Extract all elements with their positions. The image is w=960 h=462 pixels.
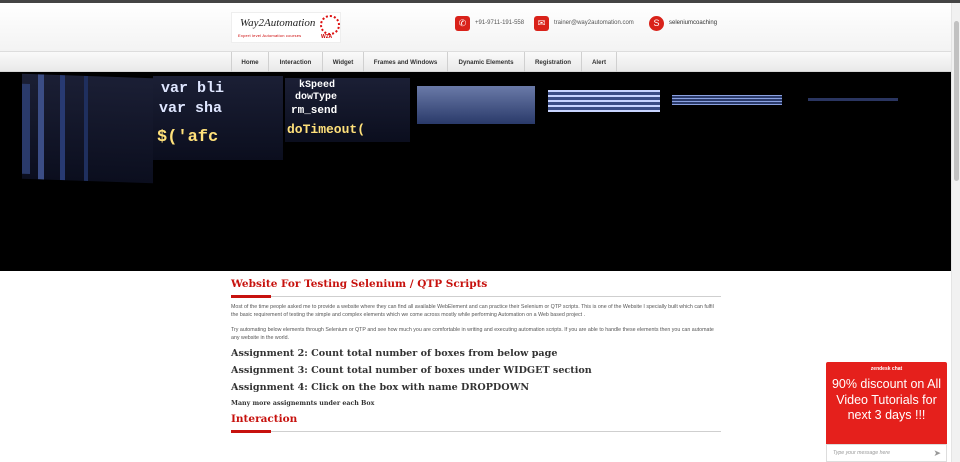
zendesk-chat-widget[interactable]: zendesk chat 90% discount on All Video T…: [826, 362, 947, 462]
banner-code-line: var bli: [161, 80, 225, 97]
logo-mark-text: W2A: [321, 34, 333, 40]
nav-dynamic-elements[interactable]: Dynamic Elements: [448, 52, 525, 72]
instructions-paragraph: Try automating below elements through Se…: [231, 326, 714, 342]
banner-code-line: rm_send: [291, 105, 338, 117]
assignment-heading: Assignment 4: Click on the box with name…: [231, 381, 530, 393]
contact-skype-text[interactable]: seleniumcoaching: [669, 20, 717, 26]
banner-code-line: kSpeed: [299, 80, 336, 91]
banner-screen-7: [808, 98, 898, 101]
assignment-heading: Assignment 3: Count total number of boxe…: [231, 364, 592, 376]
section-title-interaction: Interaction: [231, 412, 298, 425]
banner-screen-3: kSpeed dowType rm_send doTimeout(: [285, 78, 410, 142]
intro-paragraph: Most of the time people asked me to prov…: [231, 304, 714, 319]
contact-phone-text: +91-9711-191-558: [475, 20, 525, 26]
banner-screen-1: [22, 73, 153, 184]
banner-code-line: $('afc: [157, 128, 219, 147]
nav-interaction[interactable]: Interaction: [269, 52, 323, 72]
banner-screen-4: [417, 86, 535, 124]
banner-screen-5: [548, 90, 660, 112]
hero-banner: var bli var sha $('afc kSpeed dowType rm…: [0, 72, 951, 271]
logo-mark-icon: [320, 15, 340, 35]
more-assignments-note: Many more assignemnts under each Box: [231, 399, 375, 407]
zendesk-chat-header[interactable]: zendesk chat: [826, 366, 947, 372]
zendesk-chat-message: 90% discount on All Video Tutorials for …: [831, 377, 942, 422]
page-title: Website For Testing Selenium / QTP Scrip…: [231, 278, 488, 290]
site-header: Way2Automation Expert level Automation c…: [0, 3, 960, 51]
scrollbar-thumb[interactable]: [954, 21, 959, 181]
banner-code-line: doTimeout(: [287, 122, 366, 137]
main-content: Website For Testing Selenium / QTP Scrip…: [231, 278, 721, 433]
nav-registration[interactable]: Registration: [525, 52, 582, 72]
section-divider: [231, 429, 721, 433]
site-logo[interactable]: Way2Automation Expert level Automation c…: [231, 12, 341, 43]
chat-input-placeholder: Type your message here: [833, 450, 890, 456]
nav-home[interactable]: Home: [231, 52, 269, 72]
nav-frames-and-windows[interactable]: Frames and Windows: [364, 52, 448, 72]
mail-icon: ✉: [534, 15, 549, 31]
nav-alert[interactable]: Alert: [582, 52, 617, 72]
banner-code-line: dowType: [295, 92, 338, 103]
chat-message-input[interactable]: Type your message here ➤: [826, 444, 947, 462]
main-nav: Home Interaction Widget Frames and Windo…: [0, 51, 960, 72]
assignment-heading: Assignment 2: Count total number of boxe…: [231, 347, 558, 359]
contact-email[interactable]: ✉ trainer@way2automation.com: [534, 15, 634, 31]
phone-icon: ✆: [455, 15, 470, 31]
logo-name: Way2Automation: [240, 17, 316, 29]
logo-tagline: Expert level Automation courses: [238, 33, 302, 38]
banner-screen-6: [672, 95, 782, 105]
skype-icon: S: [649, 15, 664, 31]
nav-widget[interactable]: Widget: [323, 52, 364, 72]
page-scrollbar[interactable]: [951, 3, 960, 462]
send-icon[interactable]: ➤: [933, 448, 941, 459]
banner-screen-2: var bli var sha $('afc: [153, 76, 283, 160]
contact-email-text[interactable]: trainer@way2automation.com: [554, 20, 634, 26]
title-divider: [231, 295, 721, 298]
contact-skype[interactable]: S seleniumcoaching: [649, 15, 717, 31]
contact-phone: ✆ +91-9711-191-558: [455, 15, 524, 31]
banner-code-line: var sha: [159, 100, 223, 117]
